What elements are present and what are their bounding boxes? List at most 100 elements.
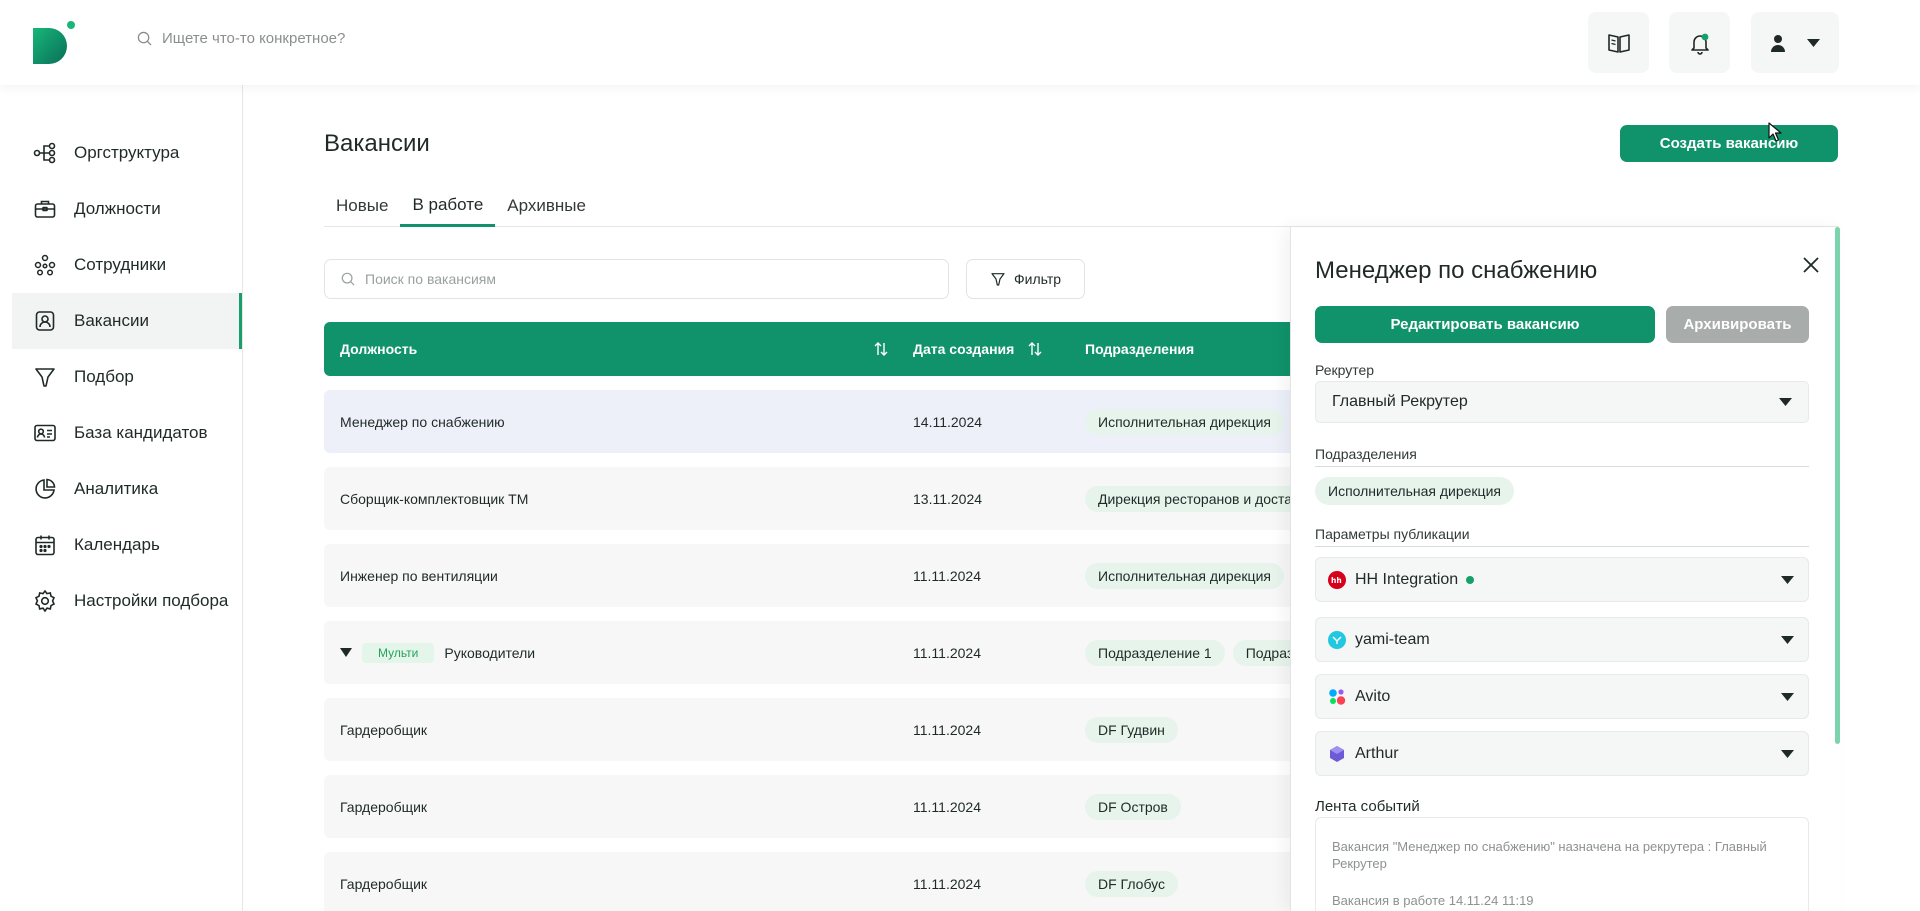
active-status-dot <box>1466 575 1475 584</box>
sidebar-nav: Оргструктура Должности Сотрудники Ваканс… <box>0 125 242 629</box>
panel-scrollbar[interactable] <box>1835 227 1840 744</box>
create-vacancy-button[interactable]: Создать вакансию <box>1620 125 1838 162</box>
arthur-logo-icon <box>1328 745 1346 763</box>
sidebar-item-positions[interactable]: Должности <box>0 181 242 237</box>
briefcase-icon <box>32 196 58 222</box>
triangle-down-icon <box>1781 635 1794 644</box>
table-row[interactable]: Гардеробщик 11.11.2024 DF Гудвин <box>324 698 1324 761</box>
row-position: Менеджер по снабжению <box>340 413 505 430</box>
department-chip: Исполнительная дирекция <box>1315 477 1514 505</box>
row-position: Сборщик-комплектовщик ТМ <box>340 490 529 507</box>
sidebar-item-label: Оргструктура <box>74 143 180 162</box>
recruiter-select[interactable]: Главный Рекрутер <box>1315 381 1809 423</box>
sidebar-item-candidates[interactable]: База кандидатов <box>0 405 242 461</box>
event-feed: Вакансия "Менеджер по снабжению" назначе… <box>1315 817 1809 911</box>
tab-in-progress[interactable]: В работе <box>400 185 496 227</box>
integration-name: yami-team <box>1355 630 1430 648</box>
profile-menu-button[interactable] <box>1751 12 1839 73</box>
sidebar-item-label: Календарь <box>74 535 160 554</box>
vacancy-badge-icon <box>32 308 58 334</box>
sidebar-item-label: Вакансии <box>74 311 149 330</box>
avito-logo-icon <box>1328 688 1346 706</box>
close-icon[interactable] <box>1801 255 1821 275</box>
sidebar-item-label: Настройки подбора <box>74 591 229 610</box>
row-position: Гардеробщик <box>340 721 428 738</box>
table-row[interactable]: Гардеробщик 11.11.2024 DF Глобус <box>324 852 1324 911</box>
vacancy-search-input[interactable]: Поиск по вакансиям <box>324 259 949 299</box>
guide-button[interactable] <box>1588 12 1649 73</box>
feed-event: Вакансия в работе 14.11.24 11:19 <box>1332 893 1534 908</box>
column-header-position[interactable]: Должность <box>340 322 888 376</box>
tab-new[interactable]: Новые <box>324 185 400 227</box>
notifications-button[interactable] <box>1669 12 1730 73</box>
user-icon <box>1770 34 1785 52</box>
global-search[interactable]: Ищете что-то конкретное? <box>137 30 345 47</box>
column-header-date[interactable]: Дата создания <box>913 322 1042 376</box>
sidebar-item-vacancies[interactable]: Вакансии <box>12 293 242 349</box>
sidebar-item-calendar[interactable]: Календарь <box>0 517 242 573</box>
triangle-down-icon <box>1806 38 1820 47</box>
sort-icon[interactable] <box>1028 341 1042 357</box>
logo-icon[interactable] <box>31 20 79 66</box>
integration-arthur[interactable]: Arthur <box>1315 731 1809 776</box>
org-structure-icon <box>32 140 58 166</box>
sidebar-item-employees[interactable]: Сотрудники <box>0 237 242 293</box>
sidebar-item-label: Должности <box>74 199 161 218</box>
calendar-icon <box>32 532 58 558</box>
yami-logo-icon <box>1328 630 1346 649</box>
triangle-down-icon <box>1781 749 1794 758</box>
sidebar: Оргструктура Должности Сотрудники Ваканс… <box>0 85 243 911</box>
event-feed-label: Лента событий <box>1315 798 1420 815</box>
filter-label: Фильтр <box>1013 271 1062 287</box>
edit-vacancy-button[interactable]: Редактировать вакансию <box>1315 306 1655 343</box>
vacancy-detail-panel: Менеджер по снабжению Редактировать вака… <box>1290 227 1840 911</box>
table-row[interactable]: Мульти Руководители 11.11.2024 Подраздел… <box>324 621 1373 684</box>
book-icon <box>1607 33 1630 53</box>
sort-icon[interactable] <box>874 341 888 357</box>
triangle-down-icon <box>1779 398 1792 406</box>
sidebar-item-org-structure[interactable]: Оргструктура <box>0 125 242 181</box>
funnel-icon <box>32 364 58 390</box>
filter-button[interactable]: Фильтр <box>966 259 1085 299</box>
table-row[interactable]: Менеджер по снабжению 14.11.2024 Исполни… <box>324 390 1324 453</box>
row-date: 11.11.2024 <box>913 798 981 815</box>
row-date: 14.11.2024 <box>913 413 983 430</box>
sidebar-item-label: Подбор <box>74 367 134 386</box>
sidebar-item-recruitment-settings[interactable]: Настройки подбора <box>0 573 242 629</box>
search-icon <box>341 272 355 286</box>
vacancies-table: Должность Дата создания Подразделения Ме… <box>324 322 1373 911</box>
table-row[interactable]: Инженер по вентиляции 11.11.2024 Исполни… <box>324 544 1324 607</box>
sidebar-item-recruitment[interactable]: Подбор <box>0 349 242 405</box>
row-date: 11.11.2024 <box>913 644 981 661</box>
sidebar-item-analytics[interactable]: Аналитика <box>0 461 242 517</box>
page-title: Вакансии <box>324 130 430 157</box>
row-date: 11.11.2024 <box>913 875 981 892</box>
archive-button[interactable]: Архивировать <box>1666 306 1809 343</box>
tab-archived[interactable]: Архивные <box>495 185 598 227</box>
integration-avito[interactable]: Avito <box>1315 674 1809 719</box>
department-chip: Подразделение 1 <box>1085 639 1225 666</box>
sidebar-item-label: Аналитика <box>74 479 159 498</box>
expand-triangle-icon[interactable] <box>340 648 352 657</box>
column-header-label: Дата создания <box>913 341 1015 357</box>
employees-icon <box>32 252 58 278</box>
table-row[interactable]: Сборщик-комплектовщик ТМ 13.11.2024 Дире… <box>324 467 1327 530</box>
row-date: 11.11.2024 <box>913 721 981 738</box>
divider <box>1315 546 1809 547</box>
integration-yami-team[interactable]: yami-team <box>1315 617 1809 662</box>
integration-hh[interactable]: hh HH Integration <box>1315 557 1809 602</box>
search-icon <box>137 31 152 46</box>
pie-chart-icon <box>32 476 58 502</box>
department-chip: Исполнительная дирекция <box>1085 408 1284 435</box>
row-date: 13.11.2024 <box>913 490 983 507</box>
integration-name: Avito <box>1355 687 1391 705</box>
table-row[interactable]: Гардеробщик 11.11.2024 DF Остров <box>324 775 1324 838</box>
sidebar-item-label: База кандидатов <box>74 423 208 442</box>
publication-label: Параметры публикации <box>1315 526 1470 542</box>
feed-event: Вакансия "Менеджер по снабжению" назначе… <box>1332 839 1767 871</box>
multi-badge: Мульти <box>362 642 435 663</box>
panel-title: Менеджер по снабжению <box>1315 257 1598 284</box>
departments-label: Подразделения <box>1315 446 1417 462</box>
table-header: Должность Дата создания Подразделения <box>324 322 1324 376</box>
triangle-down-icon <box>1781 575 1794 584</box>
